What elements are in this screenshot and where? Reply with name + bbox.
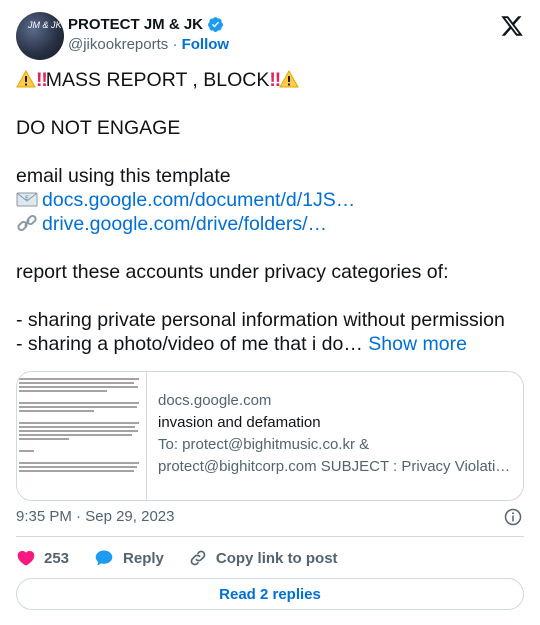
link-icon: [17, 214, 37, 232]
verified-badge-icon: [208, 16, 223, 32]
time-separator: ·: [76, 508, 82, 525]
copy-link-label: Copy link to post: [215, 549, 338, 567]
reply-label: Reply: [123, 549, 164, 567]
info-icon[interactable]: [504, 508, 522, 526]
double-exclamation-icon: ‼: [269, 69, 281, 91]
svg-text:E: E: [25, 195, 29, 202]
envelope-icon: E: [16, 192, 38, 207]
author-display-name[interactable]: PROTECT JM & JK: [68, 16, 203, 33]
preview-domain: docs.google.com: [158, 392, 272, 409]
folder-link-row: drive.google.com/drive/folders/…: [16, 212, 526, 236]
post-line-6: - sharing a photo/video of me that i do……: [16, 332, 526, 356]
divider: [16, 536, 524, 537]
post-line-3: email using this template: [16, 165, 231, 187]
headline-text: MASS REPORT , BLOCK: [45, 69, 270, 91]
template-link-row: E docs.google.com/document/d/1JS…: [16, 188, 526, 212]
read-replies-button[interactable]: Read 2 replies: [16, 578, 524, 610]
reply-bubble-icon: [95, 550, 113, 566]
preview-description: To: protect@bighitmusic.co.kr & protect@…: [158, 436, 511, 475]
post-text: ‼MASS REPORT , BLOCK‼ DO NOT ENGAGE emai…: [16, 68, 526, 356]
post-line-4: report these accounts under privacy cate…: [16, 261, 449, 283]
show-more-link[interactable]: Show more: [368, 333, 467, 355]
double-exclamation-icon: ‼: [36, 69, 48, 91]
post-time: 9:35 PM: [16, 508, 72, 525]
handle-separator: ·: [172, 36, 178, 53]
post-header: JM & JK PROTECT JM & JK @jikookreports ·…: [16, 12, 524, 62]
post-date: Sep 29, 2023: [85, 508, 175, 525]
like-button[interactable]: 253: [16, 548, 69, 568]
heart-icon: [17, 550, 35, 566]
warning-icon: [279, 70, 300, 88]
x-logo-icon[interactable]: [500, 14, 524, 38]
copy-link-button[interactable]: Copy link to post: [188, 548, 338, 568]
author-handle-row: @jikookreports · Follow: [68, 36, 229, 56]
reply-button[interactable]: Reply: [93, 548, 164, 568]
author-handle[interactable]: @jikookreports: [68, 36, 168, 53]
truncated-text: - sharing a photo/video of me that i do…: [16, 333, 363, 355]
drive-link[interactable]: drive.google.com/drive/folders/…: [42, 213, 327, 235]
post-actions: 253 Reply Copy link to post: [16, 546, 362, 570]
post-timestamp[interactable]: 9:35 PM · Sep 29, 2023: [16, 508, 174, 525]
author-name-row[interactable]: PROTECT JM & JK: [68, 14, 229, 34]
like-count: 253: [44, 549, 70, 567]
docs-link[interactable]: docs.google.com/document/d/1JS…: [42, 189, 355, 211]
link-chain-icon: [190, 550, 206, 566]
follow-button[interactable]: Follow: [182, 36, 230, 53]
post-line-2: DO NOT ENGAGE: [16, 117, 181, 139]
avatar[interactable]: JM & JK: [16, 12, 64, 60]
embedded-post-card: JM & JK PROTECT JM & JK @jikookreports ·…: [0, 0, 540, 625]
post-line-5: - sharing private personal information w…: [16, 309, 505, 331]
preview-text: docs.google.com invasion and defamation …: [158, 390, 515, 478]
author-info: PROTECT JM & JK @jikookreports · Follow: [68, 14, 229, 56]
preview-title: invasion and defamation: [158, 414, 321, 431]
link-preview-card[interactable]: docs.google.com invasion and defamation …: [16, 371, 524, 501]
document-thumbnail: [17, 372, 147, 500]
post-line-1: ‼MASS REPORT , BLOCK‼: [16, 68, 526, 92]
warning-icon: [16, 70, 36, 88]
